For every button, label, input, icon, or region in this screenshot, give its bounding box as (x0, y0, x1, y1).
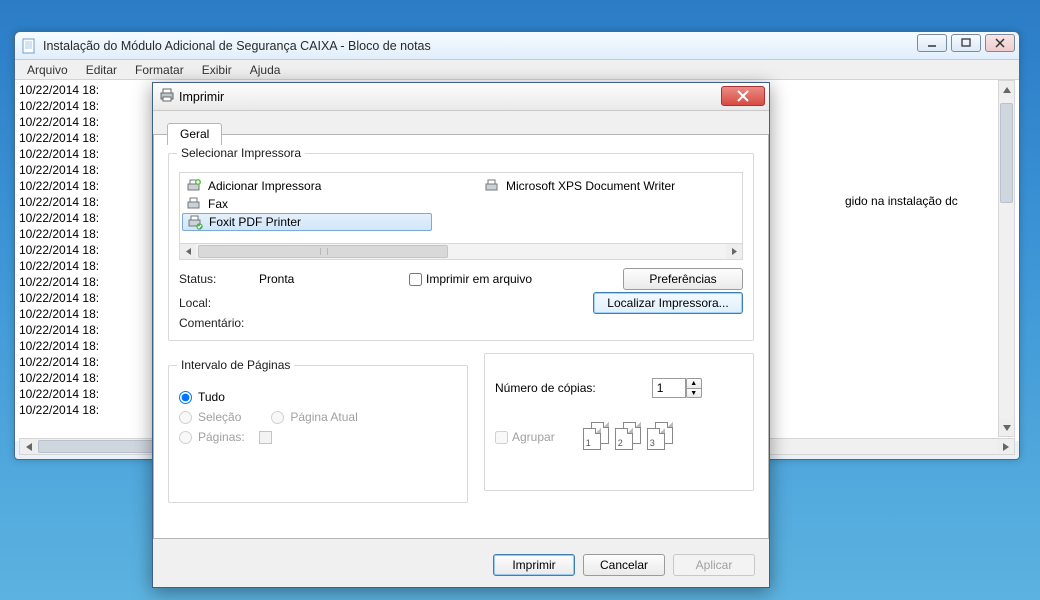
printer-icon (159, 87, 175, 106)
scroll-right-icon[interactable] (726, 244, 742, 259)
status-label: Status: (179, 272, 259, 286)
notepad-icon (21, 38, 37, 54)
range-selection-radio: Seleção (179, 410, 241, 424)
printer-xps[interactable]: Microsoft XPS Document Writer (480, 177, 679, 195)
menu-ajuda[interactable]: Ajuda (242, 61, 289, 79)
dialog-close-button[interactable] (721, 86, 765, 106)
scroll-up-icon[interactable] (999, 81, 1014, 98)
spin-up-icon[interactable]: ▲ (686, 378, 702, 388)
preferences-button[interactable]: Preferências (623, 268, 743, 290)
scroll-left-icon[interactable] (180, 244, 196, 259)
group-label: Selecionar Impressora (177, 146, 305, 160)
menu-formatar[interactable]: Formatar (127, 61, 192, 79)
scroll-right-icon[interactable] (997, 439, 1014, 454)
printer-default-icon (187, 214, 203, 230)
printer-icon (484, 178, 500, 194)
printer-foxit[interactable]: Foxit PDF Printer (182, 213, 432, 231)
collate-input (495, 431, 508, 444)
status-value: Pronta (259, 272, 409, 286)
print-dialog: Imprimir Geral Selecionar Impressora Adi… (152, 82, 770, 588)
cancel-button[interactable]: Cancelar (583, 554, 665, 576)
copies-input[interactable] (652, 378, 686, 398)
range-all-label: Tudo (198, 390, 225, 404)
menu-exibir[interactable]: Exibir (194, 61, 240, 79)
range-pages-input (179, 431, 192, 444)
group-label: Intervalo de Páginas (177, 358, 294, 372)
printer-label: Fax (208, 197, 228, 211)
dialog-footer: Imprimir Cancelar Aplicar (153, 543, 769, 587)
printer-label: Foxit PDF Printer (209, 215, 301, 229)
spin-down-icon[interactable]: ▼ (686, 388, 702, 398)
collate-checkbox: Agrupar (495, 430, 555, 444)
maximize-button[interactable] (951, 34, 981, 52)
printer-list[interactable]: Adicionar Impressora Fax Foxit PDF Print… (179, 172, 743, 244)
printer-fax[interactable]: Fax (182, 195, 740, 213)
scroll-down-icon[interactable] (999, 419, 1014, 436)
group-page-range: Intervalo de Páginas Tudo Seleção Página… (168, 365, 468, 503)
copies-spinner[interactable]: ▲ ▼ (652, 378, 702, 398)
apply-button[interactable]: Aplicar (673, 554, 755, 576)
group-copies: Número de cópias: ▲ ▼ (484, 353, 754, 491)
range-pages-label: Páginas: (198, 430, 245, 444)
printer-label: Microsoft XPS Document Writer (506, 179, 675, 193)
copies-label: Número de cópias: (495, 381, 596, 395)
fax-icon (186, 196, 202, 212)
menu-editar[interactable]: Editar (78, 61, 125, 79)
print-to-file-label: Imprimir em arquivo (426, 272, 532, 286)
scrollbar-thumb[interactable] (198, 245, 448, 258)
range-current-input (271, 411, 284, 424)
range-selection-input (179, 411, 192, 424)
collate-label: Agrupar (512, 430, 555, 444)
print-to-file-checkbox[interactable]: Imprimir em arquivo (409, 272, 532, 286)
range-all-input[interactable] (179, 391, 192, 404)
pages-field (259, 431, 272, 444)
tab-panel: Selecionar Impressora Adicionar Impresso… (153, 134, 769, 539)
close-button[interactable] (985, 34, 1015, 52)
group-select-printer: Selecionar Impressora Adicionar Impresso… (168, 153, 754, 341)
local-label: Local: (179, 296, 259, 310)
minimize-button[interactable] (917, 34, 947, 52)
range-current-radio: Página Atual (271, 410, 357, 424)
range-current-label: Página Atual (290, 410, 357, 424)
collate-icon: 11 22 33 (583, 422, 673, 452)
print-button[interactable]: Imprimir (493, 554, 575, 576)
print-to-file-input[interactable] (409, 273, 422, 286)
recycle-bin-icon[interactable] (18, 0, 73, 20)
menu-arquivo[interactable]: Arquivo (19, 61, 76, 79)
printer-label: Adicionar Impressora (208, 179, 321, 193)
dialog-titlebar[interactable]: Imprimir (153, 83, 769, 111)
notepad-menu: Arquivo Editar Formatar Exibir Ajuda (15, 60, 1019, 80)
dialog-title: Imprimir (179, 90, 224, 104)
notepad-titlebar[interactable]: Instalação do Módulo Adicional de Segura… (15, 32, 1019, 60)
range-all-radio[interactable]: Tudo (179, 390, 457, 404)
scrollbar-thumb[interactable] (1000, 103, 1013, 203)
printer-list-scrollbar[interactable] (179, 244, 743, 260)
notepad-title: Instalação do Módulo Adicional de Segura… (43, 39, 431, 53)
range-selection-label: Seleção (198, 410, 241, 424)
comment-label: Comentário: (179, 316, 259, 330)
add-printer-icon (186, 178, 202, 194)
vertical-scrollbar[interactable] (998, 80, 1015, 437)
tab-geral[interactable]: Geral (167, 123, 222, 145)
find-printer-button[interactable]: Localizar Impressora... (593, 292, 743, 314)
range-pages-radio: Páginas: (179, 430, 457, 444)
scroll-left-icon[interactable] (20, 439, 37, 454)
